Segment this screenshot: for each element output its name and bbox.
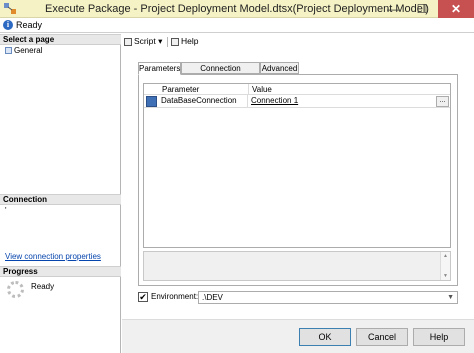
- connection-parameter-icon: [146, 96, 157, 107]
- progress-text: Ready: [31, 282, 55, 291]
- script-icon: [124, 37, 132, 46]
- parameter-value-cell[interactable]: Connection 1: [249, 95, 434, 107]
- edit-value-button[interactable]: ...: [436, 96, 449, 107]
- environment-select[interactable]: .\DEV ▼: [198, 291, 458, 304]
- dialog-footer: OK Cancel Help: [122, 319, 474, 353]
- ok-button[interactable]: OK: [299, 328, 351, 346]
- table-row[interactable]: DataBaseConnection Connection 1 ...: [144, 95, 450, 108]
- help-toolbar-label: Help: [181, 36, 199, 46]
- connection-value: ': [5, 206, 7, 215]
- progress-header: Progress: [0, 266, 121, 277]
- tab-advanced[interactable]: Advanced: [260, 62, 299, 74]
- tab-parameters[interactable]: Parameters: [138, 62, 181, 75]
- parameters-grid: Parameter Value DataBaseConnection Conne…: [143, 83, 451, 248]
- scroll-down-icon[interactable]: ▼: [443, 273, 448, 279]
- maximize-button[interactable]: ☐: [410, 0, 434, 18]
- column-divider: [248, 84, 249, 95]
- description-box: ▲ ▼: [143, 251, 451, 281]
- view-connection-properties-link[interactable]: View connection properties: [5, 252, 101, 261]
- environment-row: ✔ Environment: .\DEV ▼: [138, 291, 458, 305]
- status-text: Ready: [16, 20, 43, 30]
- cancel-button[interactable]: Cancel: [356, 328, 408, 346]
- page-icon: [5, 47, 12, 55]
- progress-spinner-icon: [7, 281, 24, 298]
- help-icon: [171, 37, 179, 46]
- help-button[interactable]: Help: [413, 328, 465, 346]
- help-toolbar-button[interactable]: Help: [171, 36, 198, 46]
- parameter-name-cell[interactable]: DataBaseConnection: [159, 95, 248, 107]
- select-page-header: Select a page: [0, 34, 121, 45]
- environment-checkbox[interactable]: ✔: [138, 292, 148, 302]
- environment-label: Environment:: [151, 292, 199, 301]
- close-button[interactable]: ✕: [438, 0, 474, 18]
- toolbar-separator: [167, 37, 168, 47]
- environment-value: .\DEV: [202, 293, 223, 302]
- status-bar: i Ready: [0, 18, 474, 33]
- main-area: Parameters Connection Managers Advanced …: [122, 50, 474, 319]
- parameters-panel: Parameter Value DataBaseConnection Conne…: [138, 74, 458, 286]
- tab-connection-managers[interactable]: Connection Managers: [181, 62, 260, 84]
- column-header-value: Value: [252, 85, 272, 94]
- chevron-down-icon: ▼: [447, 294, 454, 301]
- scroll-up-icon[interactable]: ▲: [443, 253, 448, 259]
- column-header-parameter: Parameter: [162, 85, 200, 94]
- page-item-general[interactable]: General: [5, 46, 42, 55]
- chevron-down-icon: ▾: [158, 36, 163, 46]
- description-scrollbar[interactable]: ▲ ▼: [440, 252, 450, 280]
- script-button[interactable]: Script ▾: [124, 36, 162, 47]
- info-icon: i: [3, 20, 13, 30]
- grid-header: Parameter Value: [144, 84, 450, 95]
- connection-header: Connection: [0, 194, 121, 205]
- page-item-label: General: [14, 46, 43, 55]
- title-bar: Execute Package - Project Deployment Mod…: [0, 0, 474, 18]
- minimize-button[interactable]: —: [381, 0, 405, 18]
- left-pane: Select a page General Connection ' View …: [0, 34, 121, 353]
- script-label: Script: [134, 36, 156, 46]
